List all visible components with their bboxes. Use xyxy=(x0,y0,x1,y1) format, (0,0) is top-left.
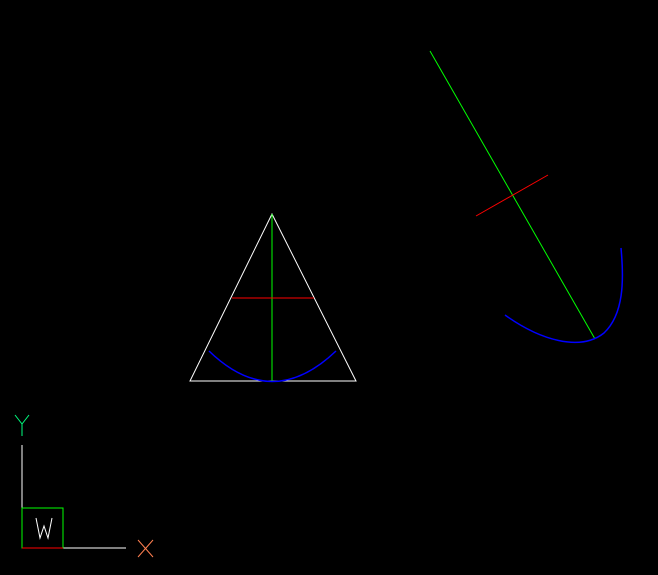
ucs-wcs-box xyxy=(21,507,64,549)
ucs-x-label-glyph xyxy=(137,539,154,558)
rotated-axis-view[interactable] xyxy=(429,50,624,344)
ucs-w-label-glyph xyxy=(35,517,53,540)
ucs-y-label: Y xyxy=(0,0,1,1)
ucs-icon: X Y W xyxy=(0,0,154,558)
ucs-wcs-label: W xyxy=(0,0,1,1)
ucs-x-label: X xyxy=(0,0,1,1)
cone-front-view[interactable] xyxy=(189,212,357,383)
cad-model-space-viewport[interactable]: X Y W xyxy=(0,0,658,575)
rotated-arc[interactable] xyxy=(504,247,624,344)
drawing-canvas[interactable]: X Y W xyxy=(0,0,658,575)
rotated-cross-line[interactable] xyxy=(475,174,549,217)
ucs-y-label-glyph xyxy=(14,414,30,436)
